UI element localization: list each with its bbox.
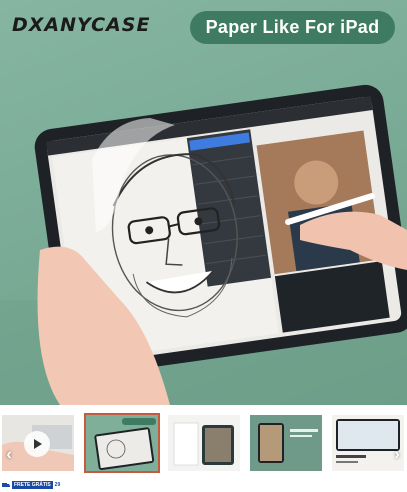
prev-arrow-icon[interactable]: ‹ [2,445,16,465]
thumbnail-3[interactable] [168,415,240,471]
thumbnail-4[interactable] [250,415,322,471]
thumbnail-3-image [168,415,240,471]
thumbnail-2[interactable] [84,413,160,473]
product-hero-image: DXANYCASE Paper Like For iPad [0,0,407,405]
product-title-badge: Paper Like For iPad [190,11,395,44]
play-icon[interactable] [24,431,50,457]
brand-logo: DXANYCASE [12,14,151,36]
thumbnail-strip: ‹ › FRETE GRÁTIS 29 [0,409,407,492]
next-arrow-icon[interactable]: › [390,445,404,465]
thumbnail-4-image [250,415,322,471]
shipping-label: FRETE GRÁTIS [12,481,53,489]
thumbnail-2-image [86,415,158,471]
shipping-amount: 29 [54,482,61,488]
ipad-illustration [0,84,407,405]
free-shipping-badge: FRETE GRÁTIS 29 [2,481,60,489]
truck-icon [2,483,10,487]
